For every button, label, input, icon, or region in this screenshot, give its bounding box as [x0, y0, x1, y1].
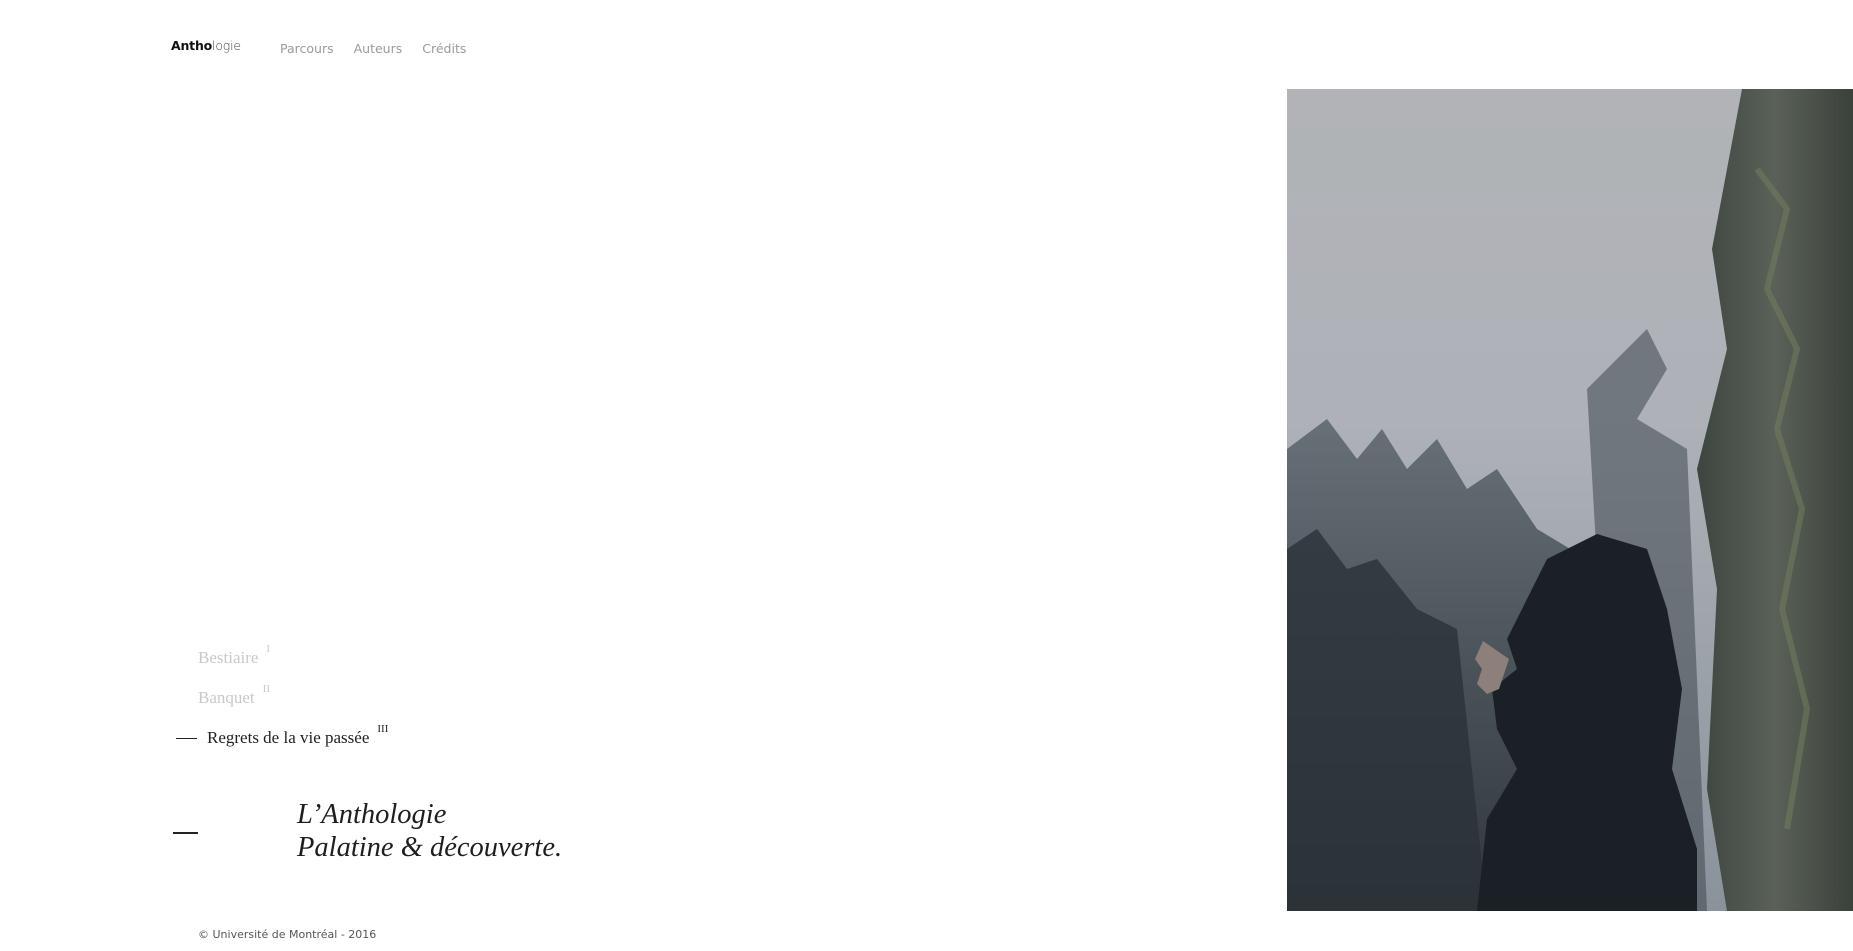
intro-line-1: L’Anthologie: [297, 799, 447, 830]
parcours-item-bestiaire[interactable]: Bestiaire I: [176, 643, 388, 688]
parcours-label: Bestiaire: [198, 648, 259, 667]
copyright: © Université de Montréal - 2016: [198, 928, 377, 941]
parcours-numeral: I: [266, 643, 271, 655]
hero-photo: [1287, 89, 1853, 911]
parcours-numeral: III: [377, 723, 389, 735]
intro-dash: [173, 832, 198, 834]
parcours-list: Bestiaire I Banquet II Regrets de la vie…: [176, 643, 388, 768]
logo-light: logie: [212, 38, 241, 53]
hero-photo-art: [1287, 89, 1853, 911]
parcours-label: Banquet: [198, 688, 255, 707]
parcours-label: Regrets de la vie passée: [207, 728, 370, 747]
nav-auteurs[interactable]: Auteurs: [354, 41, 403, 56]
parcours-item-banquet[interactable]: Banquet II: [176, 683, 388, 728]
parcours-numeral: II: [262, 683, 270, 695]
main-nav: Parcours Auteurs Crédits: [280, 41, 486, 56]
nav-credits[interactable]: Crédits: [422, 41, 466, 56]
nav-parcours[interactable]: Parcours: [280, 41, 334, 56]
logo-strong: Antho: [171, 38, 213, 53]
intro-title: L’Anthologie Palatine & découverte.: [297, 798, 562, 864]
intro-line-2: Palatine & découverte.: [297, 832, 563, 863]
parcours-item-regrets[interactable]: Regrets de la vie passée III: [176, 723, 388, 768]
active-dash: [176, 738, 197, 739]
site-logo[interactable]: Anthologie: [171, 38, 241, 53]
